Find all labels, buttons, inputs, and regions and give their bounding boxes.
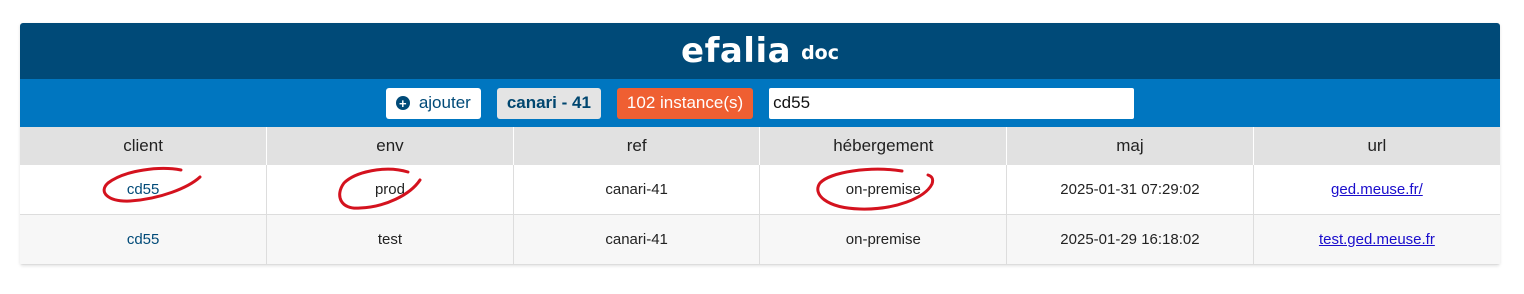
cell-env: test <box>266 214 514 265</box>
add-button[interactable]: + ajouter <box>385 87 481 119</box>
cell-updated: 2025-01-29 16:18:02 <box>1006 214 1254 265</box>
add-button-label: ajouter <box>418 93 471 112</box>
toolbar: + ajouter canari - 41 102 instance(s) <box>20 79 1500 127</box>
brand-suffix: doc <box>801 42 839 64</box>
cell-client[interactable]: cd55 <box>20 165 268 215</box>
ref-filter-button[interactable]: canari - 41 <box>496 87 601 119</box>
url-link[interactable]: ged.meuse.fr/ <box>1331 181 1423 198</box>
plus-circle-icon: + <box>395 96 410 110</box>
column-header-env[interactable]: env <box>266 127 514 165</box>
url-link[interactable]: test.ged.meuse.fr <box>1319 231 1435 248</box>
instance-count-badge[interactable]: 102 instance(s) <box>616 87 754 119</box>
cell-hosting: on-premise <box>759 165 1008 215</box>
cell-url: ged.meuse.fr/ <box>1253 165 1500 215</box>
column-header-hosting[interactable]: hébergement <box>759 127 1008 165</box>
table-row[interactable]: cd55 test canari-41 on-premise 2025-01-2… <box>20 214 1500 265</box>
instances-table: client env ref hébergement maj url cd55 … <box>20 127 1500 265</box>
brand-logo: efalia <box>681 31 792 71</box>
table-row[interactable]: cd55 prod canari-41 on-premise 2025-01-3… <box>20 165 1500 215</box>
cell-url: test.ged.meuse.fr <box>1253 214 1500 265</box>
brand-header: efalia doc <box>20 23 1500 79</box>
cell-env: prod <box>266 165 514 215</box>
cell-updated: 2025-01-31 07:29:02 <box>1006 165 1254 215</box>
column-header-client[interactable]: client <box>20 127 268 165</box>
column-header-ref[interactable]: ref <box>513 127 761 165</box>
cell-hosting: on-premise <box>759 214 1008 265</box>
column-header-updated[interactable]: maj <box>1006 127 1254 165</box>
cell-ref: canari-41 <box>513 214 761 265</box>
cell-client[interactable]: cd55 <box>20 214 268 265</box>
column-header-url[interactable]: url <box>1253 127 1500 165</box>
search-input[interactable] <box>769 87 1135 119</box>
table-header-row: client env ref hébergement maj url <box>20 127 1500 165</box>
instances-panel: efalia doc + ajouter canari - 41 102 ins… <box>20 23 1500 265</box>
cell-ref: canari-41 <box>513 165 761 215</box>
